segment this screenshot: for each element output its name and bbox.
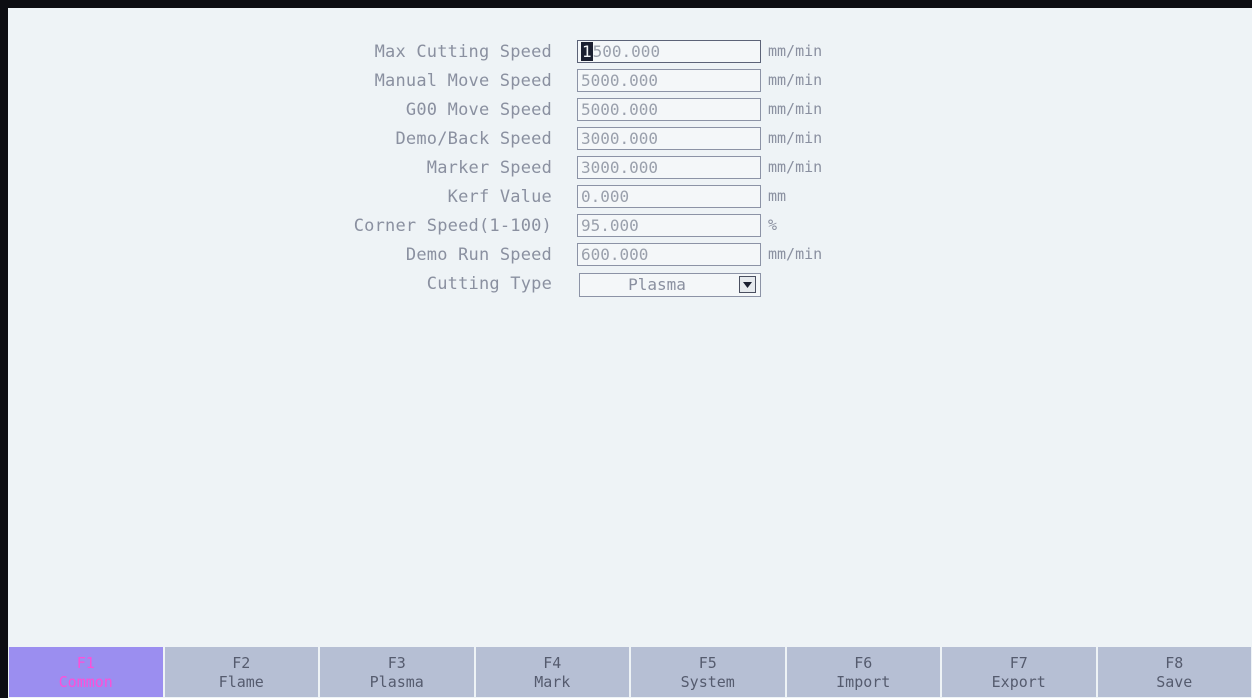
f8-name-label: Save [1156, 673, 1193, 691]
f7-name-label: Export [991, 673, 1046, 691]
demo-run-speed-label: Demo Run Speed [405, 245, 552, 265]
f5-key-label: F5 [698, 654, 717, 672]
demo-run-speed-unit: mm/min [768, 245, 823, 263]
corner-speed-label: Corner Speed(1-100) [353, 216, 552, 236]
row-cutting-type: Cutting Type Plasma [8, 270, 1252, 298]
f4-mark-button[interactable]: F4 Mark [474, 646, 630, 698]
f3-plasma-button[interactable]: F3 Plasma [319, 646, 475, 698]
corner-speed-input[interactable]: 95.000 [577, 214, 761, 237]
f5-system-button[interactable]: F5 System [630, 646, 786, 698]
manual-move-speed-label: Manual Move Speed [374, 71, 552, 91]
f2-name-label: Flame [218, 673, 264, 691]
f4-name-label: Mark [534, 673, 571, 691]
f4-key-label: F4 [543, 654, 562, 672]
f2-flame-button[interactable]: F2 Flame [163, 646, 319, 698]
kerf-value-label: Kerf Value [447, 187, 552, 207]
demo-back-speed-label: Demo/Back Speed [395, 129, 552, 149]
manual-move-speed-input[interactable]: 5000.000 [577, 69, 761, 92]
demo-back-speed-unit: mm/min [768, 129, 823, 147]
f3-key-label: F3 [387, 654, 406, 672]
kerf-value-input[interactable]: 0.000 [577, 185, 761, 208]
chevron-down-icon[interactable] [739, 276, 756, 293]
function-key-bar: F1 Common F2 Flame F3 Plasma F4 Mark F5 … [8, 646, 1252, 698]
parameter-screen: Max Cutting Speed 1500.000 mm/min Manual… [8, 8, 1252, 698]
row-demo-back-speed: Demo/Back Speed 3000.000 mm/min [8, 125, 1252, 153]
row-demo-run-speed: Demo Run Speed 600.000 mm/min [8, 241, 1252, 269]
text-cursor: 1 [581, 42, 593, 61]
g00-move-speed-unit: mm/min [768, 100, 823, 118]
f2-key-label: F2 [232, 654, 251, 672]
manual-move-speed-unit: mm/min [768, 71, 823, 89]
f7-key-label: F7 [1009, 654, 1028, 672]
g00-move-speed-input[interactable]: 5000.000 [577, 98, 761, 121]
max-cutting-speed-input[interactable]: 1500.000 [577, 40, 761, 63]
f6-name-label: Import [836, 673, 891, 691]
cutting-type-value: Plasma [628, 275, 686, 294]
kerf-value-unit: mm [768, 187, 787, 205]
demo-back-speed-input[interactable]: 3000.000 [577, 127, 761, 150]
f6-import-button[interactable]: F6 Import [785, 646, 941, 698]
row-marker-speed: Marker Speed 3000.000 mm/min [8, 154, 1252, 182]
demo-run-speed-input[interactable]: 600.000 [577, 243, 761, 266]
row-manual-move-speed: Manual Move Speed 5000.000 mm/min [8, 67, 1252, 95]
f3-name-label: Plasma [369, 673, 424, 691]
f7-export-button[interactable]: F7 Export [941, 646, 1097, 698]
marker-speed-input[interactable]: 3000.000 [577, 156, 761, 179]
row-g00-move-speed: G00 Move Speed 5000.000 mm/min [8, 96, 1252, 124]
f1-common-button[interactable]: F1 Common [8, 646, 164, 698]
corner-speed-unit: % [768, 216, 778, 234]
marker-speed-label: Marker Speed [426, 158, 552, 178]
max-cutting-speed-unit: mm/min [768, 42, 823, 60]
max-cutting-speed-value: 500.000 [592, 42, 661, 61]
f8-key-label: F8 [1165, 654, 1184, 672]
row-max-cutting-speed: Max Cutting Speed 1500.000 mm/min [8, 38, 1252, 66]
f5-name-label: System [680, 673, 735, 691]
f8-save-button[interactable]: F8 Save [1096, 646, 1252, 698]
g00-move-speed-label: G00 Move Speed [405, 100, 552, 120]
f6-key-label: F6 [854, 654, 873, 672]
cutting-type-select[interactable]: Plasma [579, 273, 761, 297]
f1-name-label: Common [58, 673, 113, 691]
marker-speed-unit: mm/min [768, 158, 823, 176]
row-corner-speed: Corner Speed(1-100) 95.000 % [8, 212, 1252, 240]
cutting-type-label: Cutting Type [426, 274, 552, 294]
f1-key-label: F1 [76, 654, 95, 672]
max-cutting-speed-label: Max Cutting Speed [374, 42, 552, 62]
row-kerf-value: Kerf Value 0.000 mm [8, 183, 1252, 211]
